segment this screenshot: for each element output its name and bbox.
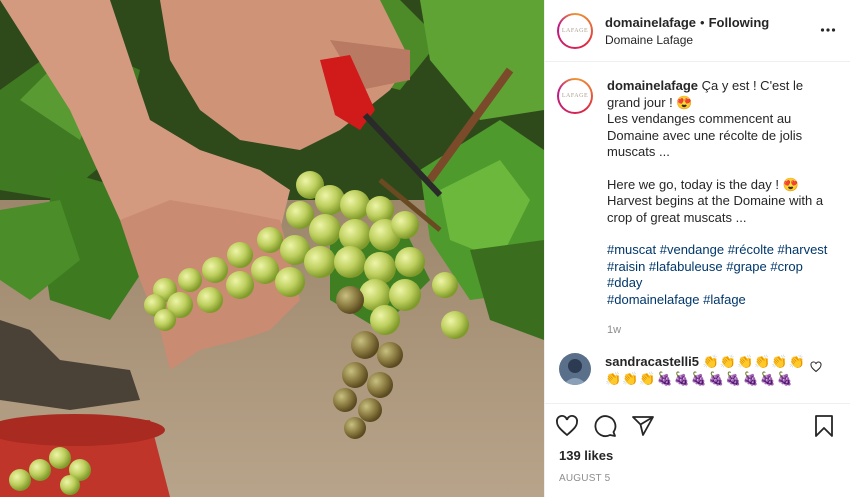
- location-link[interactable]: Domaine Lafage: [605, 32, 838, 48]
- post-date[interactable]: AUGUST 5: [545, 467, 850, 491]
- post-header: LAFAGE domainelafage • Following Domaine L…: [545, 0, 850, 62]
- hashtag-line[interactable]: #raisin #lafabuleuse #grape #crop: [607, 259, 838, 276]
- post-photo[interactable]: [0, 0, 544, 497]
- commenter-username[interactable]: sandracastelli5: [605, 354, 699, 369]
- lafage-logo: LAFAGE: [562, 83, 588, 109]
- heart-icon[interactable]: [555, 414, 579, 438]
- comment-emojis: 👏👏👏👏👏👏: [702, 353, 806, 369]
- post-side-panel: LAFAGE domainelafage • Following Domaine L…: [544, 0, 850, 497]
- header-text: domainelafage • Following Domaine Lafage: [605, 14, 838, 48]
- share-icon[interactable]: [631, 414, 655, 438]
- author-avatar[interactable]: LAFAGE: [557, 12, 593, 49]
- harvest-photo-illustration: [0, 0, 544, 497]
- commenter-avatar[interactable]: [559, 352, 591, 385]
- action-bar: [545, 403, 850, 447]
- caption-username[interactable]: domainelafage: [607, 78, 698, 93]
- bookmark-icon[interactable]: [812, 414, 836, 438]
- lafage-logo: LAFAGE: [562, 17, 588, 44]
- hashtag-line[interactable]: #dday: [607, 275, 838, 292]
- commenter-photo: [559, 352, 591, 385]
- comment-emojis: 👏👏👏🍇🍇🍇🍇🍇🍇🍇🍇: [605, 371, 795, 386]
- more-options-icon[interactable]: [820, 22, 836, 38]
- caption-avatar[interactable]: LAFAGE: [557, 78, 593, 114]
- instagram-post: LAFAGE domainelafage • Following Domaine L…: [0, 0, 850, 497]
- following-button[interactable]: Following: [709, 15, 770, 30]
- comment-like-heart-icon[interactable]: [810, 360, 822, 373]
- hashtag-line[interactable]: #muscat #vendange #récolte #harvest: [607, 242, 838, 259]
- likes-count[interactable]: 139 likes: [545, 447, 850, 467]
- caption-text-en: Here we go, today is the day ! 😍 Harvest…: [607, 176, 824, 225]
- header-separator: •: [700, 14, 705, 30]
- author-username[interactable]: domainelafage: [605, 15, 696, 30]
- hashtag-line[interactable]: #domainelafage #lafage: [607, 292, 838, 309]
- caption-body: domainelafage Ça y est ! C'est le grand …: [607, 78, 838, 339]
- caption-comment: LAFAGE domainelafage Ça y est ! C'est le…: [557, 78, 838, 339]
- caption-time[interactable]: 1w: [607, 322, 838, 339]
- user-comment: sandracastelli5 👏👏👏👏👏👏 👏👏👏🍇🍇🍇🍇🍇🍇🍇🍇: [557, 352, 838, 388]
- comment-icon[interactable]: [593, 414, 617, 438]
- comments-section: LAFAGE domainelafage Ça y est ! C'est le…: [545, 62, 850, 403]
